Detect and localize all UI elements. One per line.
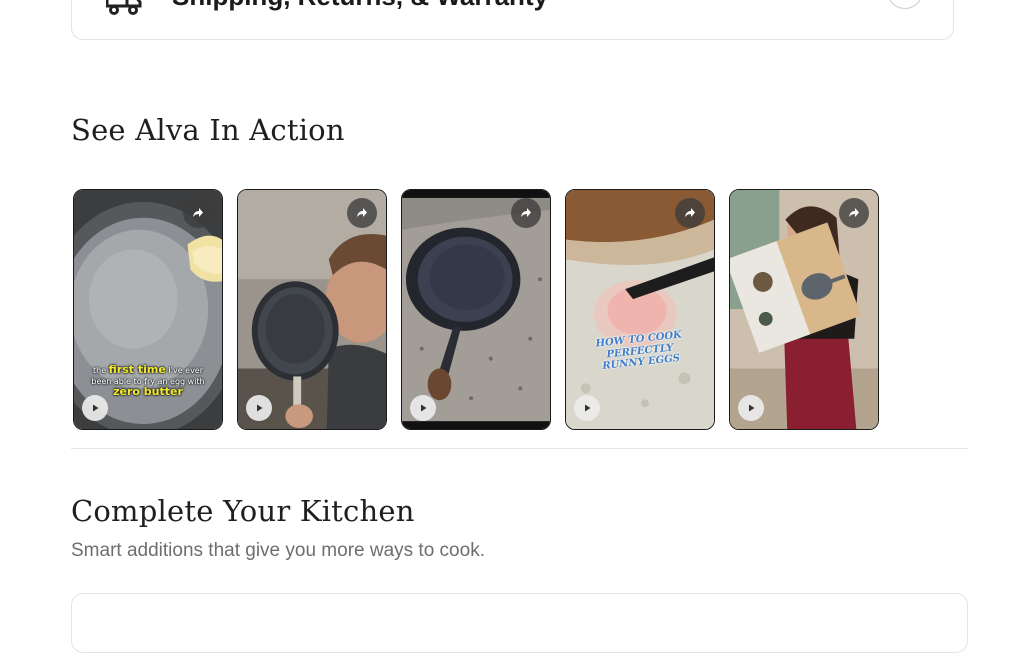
product-card[interactable] xyxy=(71,593,968,653)
video-caption: the first time I've ever been able to fr… xyxy=(80,363,216,398)
share-icon[interactable] xyxy=(511,198,541,228)
share-icon[interactable] xyxy=(675,198,705,228)
shipping-accordion[interactable]: Shipping, Returns, & Warranty xyxy=(71,0,954,40)
caption-highlight: first time xyxy=(108,363,166,376)
video-card[interactable]: the first time I've ever been able to fr… xyxy=(73,189,223,430)
play-icon[interactable] xyxy=(246,395,272,421)
play-icon[interactable] xyxy=(82,395,108,421)
section-heading: Complete Your Kitchen xyxy=(71,494,415,528)
caption-word: the xyxy=(92,366,107,375)
play-icon[interactable] xyxy=(574,395,600,421)
play-icon[interactable] xyxy=(738,395,764,421)
caption-word: I've ever xyxy=(168,366,204,375)
video-card[interactable] xyxy=(729,189,879,430)
video-carousel: the first time I've ever been able to fr… xyxy=(73,189,879,430)
section-subtitle: Smart additions that give you more ways … xyxy=(71,540,485,561)
video-card[interactable] xyxy=(237,189,387,430)
section-heading: See Alva In Action xyxy=(71,113,345,147)
accordion-toggle-button[interactable] xyxy=(887,0,923,9)
share-icon[interactable] xyxy=(839,198,869,228)
play-icon[interactable] xyxy=(410,395,436,421)
share-icon[interactable] xyxy=(347,198,377,228)
accordion-title: Shipping, Returns, & Warranty xyxy=(172,0,548,12)
video-card[interactable] xyxy=(401,189,551,430)
truck-icon xyxy=(105,0,142,15)
video-card[interactable]: HOW TO COOK PERFECTLY RUNNY EGGS xyxy=(565,189,715,430)
caption-highlight: zero butter xyxy=(113,384,183,398)
section-divider xyxy=(71,448,968,449)
share-icon[interactable] xyxy=(183,198,213,228)
